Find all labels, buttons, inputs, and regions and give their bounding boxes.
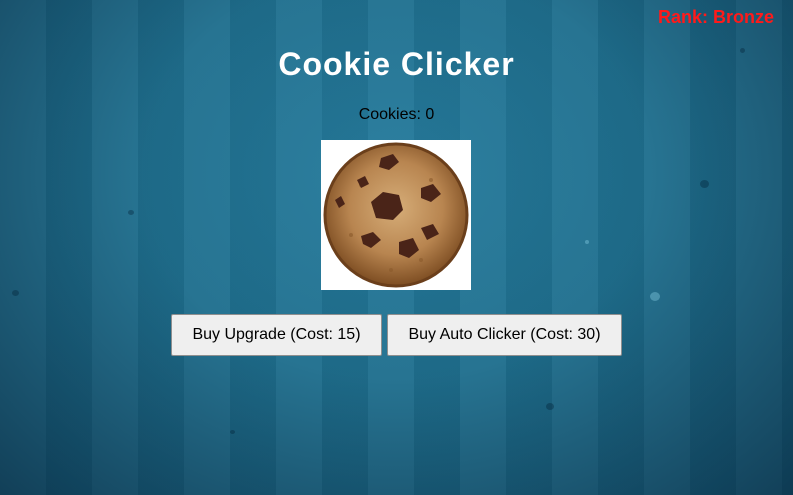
cookie-counter: Cookies: 0: [358, 106, 435, 123]
background-speck: [12, 290, 19, 296]
rank-label: Rank: Bronze: [657, 7, 774, 27]
shop-buttons: Buy Upgrade (Cost: 15) Buy Auto Clicker …: [171, 314, 622, 356]
background-speck: [546, 403, 554, 410]
background-speck: [128, 210, 134, 215]
page-title: Cookie Clicker: [278, 46, 515, 82]
background-speck: [585, 240, 589, 244]
buy-upgrade-button[interactable]: Buy Upgrade (Cost: 15): [171, 314, 382, 356]
background-speck: [650, 292, 660, 301]
background-speck: [700, 180, 709, 188]
cookie-icon: [323, 142, 469, 288]
cookie-button[interactable]: [321, 140, 471, 290]
buy-auto-clicker-button[interactable]: Buy Auto Clicker (Cost: 30): [387, 314, 622, 356]
background-speck: [230, 430, 235, 434]
